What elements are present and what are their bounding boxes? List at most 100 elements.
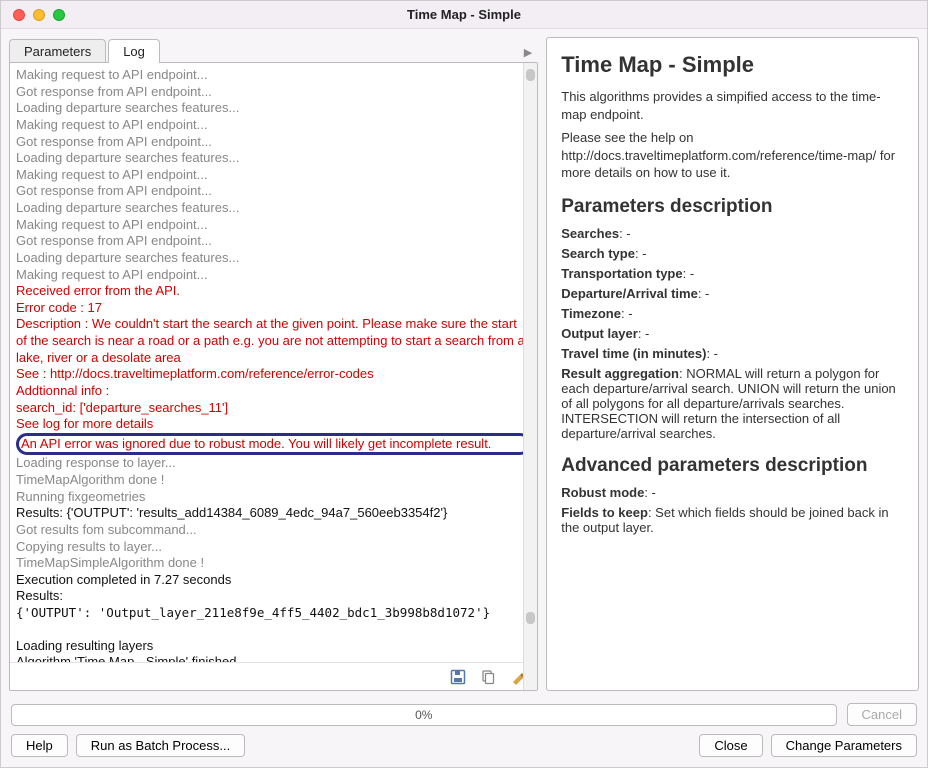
left-pane: Parameters Log ▶ Making request to API e… xyxy=(9,37,538,691)
change-parameters-button[interactable]: Change Parameters xyxy=(771,734,917,757)
log-line-highlighted: An API error was ignored due to robust m… xyxy=(16,433,531,456)
progress-text: 0% xyxy=(415,708,432,722)
log-line: Copying results to layer... xyxy=(16,539,531,556)
log-line: Error code : 17 xyxy=(16,300,531,317)
help-param: Timezone: - xyxy=(561,306,904,321)
log-line: Loading departure searches features... xyxy=(16,100,531,117)
help-intro-1: This algorithms provides a simpified acc… xyxy=(561,88,904,123)
help-button[interactable]: Help xyxy=(11,734,68,757)
log-line: TimeMapSimpleAlgorithm done ! xyxy=(16,555,531,572)
help-param-label: Timezone xyxy=(561,306,621,321)
log-line: Making request to API endpoint... xyxy=(16,117,531,134)
help-param: Result aggregation: NORMAL will return a… xyxy=(561,366,904,441)
help-param-label: Output layer xyxy=(561,326,638,341)
bottom-button-row: Help Run as Batch Process... Close Chang… xyxy=(1,732,927,767)
dialog-window: Time Map - Simple Parameters Log ▶ Makin… xyxy=(0,0,928,768)
log-line: Results: {'OUTPUT': 'results_add14384_60… xyxy=(16,505,531,522)
log-line: {'OUTPUT': 'Output_layer_211e8f9e_4ff5_4… xyxy=(16,605,531,621)
log-line: Got results fom subcommand... xyxy=(16,522,531,539)
help-param: Output layer: - xyxy=(561,326,904,341)
help-params-list: Searches: -Search type: -Transportation … xyxy=(561,226,904,441)
titlebar: Time Map - Simple xyxy=(1,1,927,29)
log-line: Algorithm 'Time Map - Simple' finished xyxy=(16,654,531,662)
help-param-desc: : - xyxy=(635,246,647,261)
tab-overflow-indicator[interactable]: ▶ xyxy=(518,42,538,63)
close-button[interactable]: Close xyxy=(699,734,762,757)
help-param-desc: : - xyxy=(619,226,631,241)
log-line: Got response from API endpoint... xyxy=(16,233,531,250)
window-controls xyxy=(1,9,65,21)
tab-bar: Parameters Log ▶ xyxy=(9,37,538,63)
log-line: Loading resulting layers xyxy=(16,638,531,655)
help-param-desc: : - xyxy=(644,485,656,500)
tab-log[interactable]: Log xyxy=(108,39,160,63)
help-param-label: Search type xyxy=(561,246,635,261)
minimize-window-icon[interactable] xyxy=(33,9,45,21)
log-scrollbar[interactable] xyxy=(523,63,537,690)
log-line: Execution completed in 7.27 seconds xyxy=(16,572,531,589)
scroll-thumb-bottom[interactable] xyxy=(526,612,535,624)
zoom-window-icon[interactable] xyxy=(53,9,65,21)
help-adv-heading: Advanced parameters description xyxy=(561,455,904,477)
help-param-label: Transportation type xyxy=(561,266,682,281)
help-param: Robust mode: - xyxy=(561,485,904,500)
copy-log-icon[interactable] xyxy=(479,668,497,686)
help-title: Time Map - Simple xyxy=(561,52,904,78)
help-param: Transportation type: - xyxy=(561,266,904,281)
help-param: Searches: - xyxy=(561,226,904,241)
tab-parameters[interactable]: Parameters xyxy=(9,39,106,63)
help-params-heading: Parameters description xyxy=(561,196,904,218)
run-batch-button[interactable]: Run as Batch Process... xyxy=(76,734,245,757)
log-line: Loading departure searches features... xyxy=(16,250,531,267)
log-output[interactable]: Making request to API endpoint...Got res… xyxy=(10,63,537,662)
log-line: Running fixgeometries xyxy=(16,489,531,506)
log-panel: Making request to API endpoint...Got res… xyxy=(9,62,538,691)
help-param-label: Result aggregation xyxy=(561,366,679,381)
log-line: Addtionnal info : xyxy=(16,383,531,400)
help-param-desc: : - xyxy=(706,346,718,361)
log-line: Description : We couldn't start the sear… xyxy=(16,316,531,366)
help-param: Travel time (in minutes): - xyxy=(561,346,904,361)
log-line: See log for more details xyxy=(16,416,531,433)
help-param-label: Departure/Arrival time xyxy=(561,286,698,301)
help-param-desc: : - xyxy=(638,326,650,341)
help-param: Search type: - xyxy=(561,246,904,261)
log-line: TimeMapAlgorithm done ! xyxy=(16,472,531,489)
help-param-label: Fields to keep xyxy=(561,505,648,520)
help-param-label: Searches xyxy=(561,226,619,241)
log-line: Got response from API endpoint... xyxy=(16,183,531,200)
log-line: Results: xyxy=(16,588,531,605)
help-param-desc: : - xyxy=(698,286,710,301)
scroll-thumb-top[interactable] xyxy=(526,69,535,81)
help-param-desc: : - xyxy=(621,306,633,321)
log-line: Got response from API endpoint... xyxy=(16,134,531,151)
log-line: Loading departure searches features... xyxy=(16,150,531,167)
help-panel[interactable]: Time Map - Simple This algorithms provid… xyxy=(546,37,919,691)
help-param-desc: : - xyxy=(683,266,695,281)
help-param-label: Robust mode xyxy=(561,485,644,500)
log-line: search_id: ['departure_searches_11'] xyxy=(16,400,531,417)
close-window-icon[interactable] xyxy=(13,9,25,21)
log-line: Loading response to layer... xyxy=(16,455,531,472)
window-title: Time Map - Simple xyxy=(1,7,927,22)
log-line: Making request to API endpoint... xyxy=(16,167,531,184)
save-log-icon[interactable] xyxy=(449,668,467,686)
log-line: Making request to API endpoint... xyxy=(16,217,531,234)
dialog-body: Parameters Log ▶ Making request to API e… xyxy=(1,29,927,699)
log-line: Making request to API endpoint... xyxy=(16,67,531,84)
log-line: See : http://docs.traveltimeplatform.com… xyxy=(16,366,531,383)
help-adv-list: Robust mode: - Fields to keep: Set which … xyxy=(561,485,904,535)
log-line: Received error from the API. xyxy=(16,283,531,300)
progress-row: 0% Cancel xyxy=(1,699,927,732)
log-line: Got response from API endpoint... xyxy=(16,84,531,101)
log-line: Loading departure searches features... xyxy=(16,200,531,217)
help-param: Departure/Arrival time: - xyxy=(561,286,904,301)
help-intro-2: Please see the help on http://docs.trave… xyxy=(561,129,904,182)
log-toolbar xyxy=(10,662,537,690)
progress-bar: 0% xyxy=(11,704,837,726)
help-param: Fields to keep: Set which fields should … xyxy=(561,505,904,535)
log-line xyxy=(16,621,531,638)
help-param-label: Travel time (in minutes) xyxy=(561,346,706,361)
cancel-button: Cancel xyxy=(847,703,917,726)
log-line: Making request to API endpoint... xyxy=(16,267,531,284)
